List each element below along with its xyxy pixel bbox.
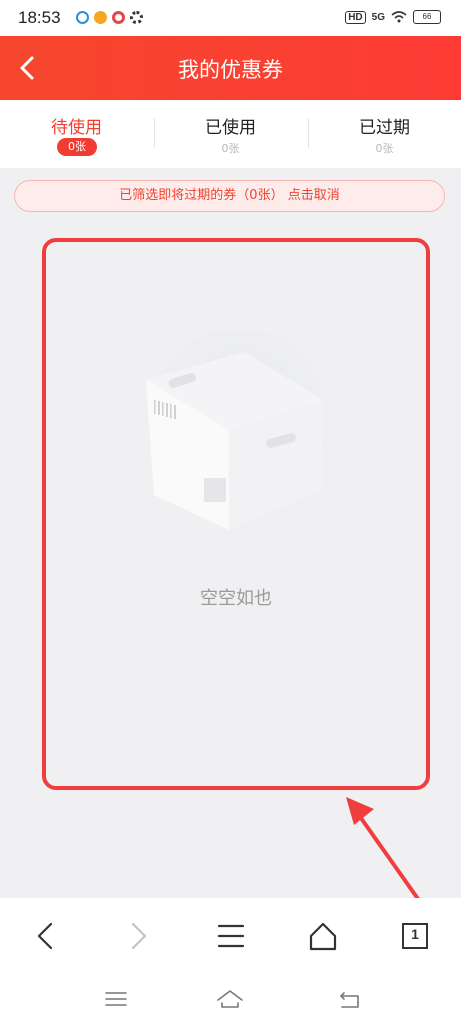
tab-count: 1 [411, 926, 419, 942]
wifi-icon [391, 11, 407, 23]
expiring-filter-banner[interactable]: 已筛选即将过期的券（0张） 点击取消 [14, 180, 445, 212]
menu-icon [105, 992, 127, 1006]
system-back-button[interactable] [336, 984, 366, 1014]
menu-icon [217, 924, 245, 948]
app-notification-icon [130, 11, 143, 24]
signal-icon: 5G [371, 11, 385, 23]
back-icon [340, 992, 359, 1008]
chevron-right-icon [131, 922, 147, 950]
recent-apps-button[interactable] [101, 984, 131, 1014]
tab-used[interactable]: 已使用 0张 [154, 100, 307, 168]
tab-label: 待使用 [51, 118, 102, 138]
count-badge: 0张 [57, 138, 97, 156]
browser-toolbar: 1 [0, 898, 461, 974]
page-title: 我的优惠券 [178, 58, 283, 82]
header-bar: 我的优惠券 [0, 36, 461, 100]
home-icon [309, 922, 337, 951]
empty-state-text: 空空如也 [200, 588, 272, 609]
tab-unused[interactable]: 待使用 0张 [0, 100, 153, 168]
home-icon [217, 990, 243, 1008]
empty-state-highlight: 空空如也 [42, 238, 430, 790]
battery-icon: 66 [413, 10, 441, 24]
browser-back-button[interactable] [26, 916, 66, 956]
app-notification-icon [76, 11, 89, 24]
tab-label: 已使用 [205, 118, 256, 138]
browser-menu-button[interactable] [211, 916, 251, 956]
empty-box-illustration [146, 330, 331, 530]
tab-label: 已过期 [359, 118, 410, 138]
tab-expired[interactable]: 已过期 0张 [308, 100, 461, 168]
browser-home-button[interactable] [303, 916, 343, 956]
app-notification-icon [112, 11, 125, 24]
hd-icon: HD [345, 10, 366, 24]
browser-tabs-button[interactable]: 1 [395, 916, 435, 956]
coupon-tabs: 待使用 0张 已使用 0张 已过期 0张 [0, 100, 461, 168]
status-bar: 18:53 HD 5G 66 [0, 0, 461, 36]
system-status-icons: HD 5G 66 [345, 10, 441, 24]
tab-count: 0张 [375, 142, 394, 155]
chevron-left-icon [37, 922, 53, 950]
tab-count: 0张 [221, 142, 240, 155]
notification-icons [76, 11, 143, 24]
browser-forward-button[interactable] [118, 916, 158, 956]
system-home-button[interactable] [215, 984, 245, 1014]
system-nav-bar [0, 974, 461, 1024]
status-time: 18:53 [18, 8, 61, 27]
weibo-icon [94, 11, 107, 24]
